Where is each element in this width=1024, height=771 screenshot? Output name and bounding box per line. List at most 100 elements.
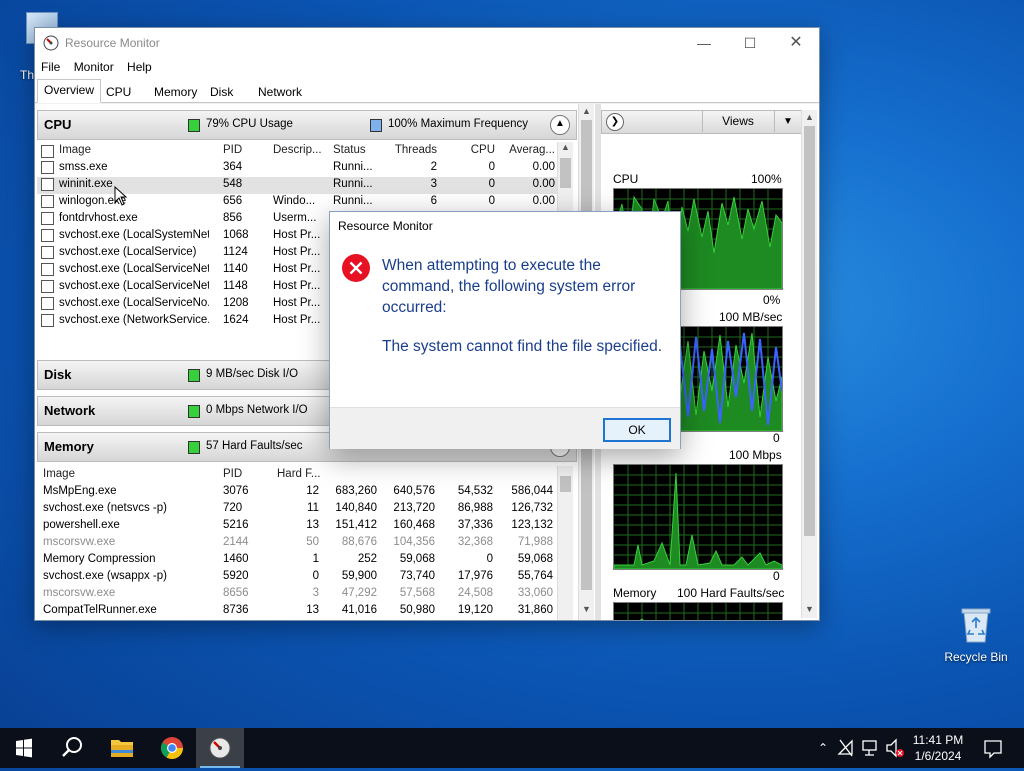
row-checkbox[interactable] [41, 280, 54, 293]
scroll-down-icon[interactable]: ▼ [579, 604, 594, 614]
cell-image: smss.exe [59, 161, 108, 173]
scroll-down-icon[interactable]: ▼ [802, 604, 817, 614]
cell-threads: 2 [430, 161, 437, 173]
cell-hard-faults: 12 [306, 485, 319, 497]
scroll-up-icon[interactable]: ▲ [802, 112, 817, 122]
volume-muted-icon[interactable] [884, 728, 906, 768]
cell-commit: 88,676 [341, 536, 377, 548]
disk-graph-min: 0 [773, 431, 780, 445]
cell-cpu: 0 [488, 161, 495, 173]
memory-table-scrollbar[interactable] [557, 466, 573, 620]
memory-col-image[interactable]: Image [43, 468, 193, 480]
menu-monitor[interactable]: Monitor [68, 58, 114, 74]
cpu-col-pid[interactable]: PID [223, 144, 267, 156]
graph-pane-scrollbar[interactable]: ▲ ▼ [801, 110, 817, 618]
cell-hard-faults: 3 [312, 587, 319, 599]
folder-icon [111, 740, 133, 757]
network-status-icon[interactable] [836, 728, 856, 768]
views-dropdown-icon[interactable]: ▼ [774, 111, 801, 132]
cpu-col-cpu[interactable]: CPU [447, 144, 495, 156]
table-row[interactable]: svchost.exe (wsappx -p) 5920 0 59,900 73,740… [37, 569, 557, 586]
table-row[interactable]: mscorsvw.exe 8656 3 47,292 57,568 24,508 33,06… [37, 586, 557, 603]
search-button[interactable] [48, 728, 96, 768]
tab-strip: Overview CPU Memory Disk Network [35, 78, 819, 103]
recycle-bin[interactable]: Recycle Bin [940, 598, 1012, 674]
row-checkbox[interactable] [41, 229, 54, 242]
scroll-up-icon[interactable]: ▲ [579, 106, 594, 116]
row-checkbox[interactable] [41, 297, 54, 310]
chrome-button[interactable] [148, 728, 196, 768]
cell-image: svchost.exe (LocalSystemNet... [59, 229, 209, 241]
row-checkbox[interactable] [41, 178, 54, 191]
tab-disk[interactable]: Disk [203, 81, 240, 103]
table-row[interactable]: Memory Compression 1460 1 252 59,068 0 59,068 [37, 552, 557, 569]
cell-threads: 3 [430, 178, 437, 190]
cpu-section-header[interactable]: CPU 79% CPU Usage 100% Maximum Frequency… [37, 110, 577, 140]
action-center-button[interactable] [978, 728, 1008, 768]
cell-description: Host Pr... [273, 314, 321, 326]
cpu-graph-min: 0% [763, 293, 781, 307]
cpu-column-headers: Image PID Descrip... Status Threads CPU … [37, 142, 575, 160]
cpu-col-description[interactable]: Descrip... [273, 144, 329, 156]
start-button[interactable] [0, 728, 48, 768]
cell-average: 0.00 [532, 161, 555, 173]
views-button[interactable]: Views [702, 111, 773, 132]
cell-image: svchost.exe (LocalServiceNo... [59, 297, 209, 309]
network-section-title: Network [44, 403, 96, 418]
table-row[interactable]: svchost.exe (netsvcs -p) 720 11 140,840 213,… [37, 501, 557, 518]
close-button[interactable]: ✕ [773, 28, 819, 58]
cell-commit: 41,016 [341, 604, 377, 616]
row-checkbox[interactable] [41, 161, 54, 174]
row-checkbox[interactable] [41, 246, 54, 259]
table-row[interactable]: mscorsvw.exe 2144 50 88,676 104,356 32,368 71,… [37, 535, 557, 552]
row-checkbox[interactable] [41, 195, 54, 208]
resource-monitor-taskbar-button[interactable] [196, 728, 244, 768]
recycle-bin-icon [959, 604, 993, 644]
cpu-col-threads[interactable]: Threads [387, 144, 437, 156]
cpu-section-title: CPU [44, 117, 72, 132]
tab-overview[interactable]: Overview [37, 79, 102, 103]
cell-status: Runni... [333, 195, 373, 207]
notification-icon [984, 740, 1002, 759]
cpu-col-image[interactable]: Image [59, 144, 209, 156]
row-checkbox[interactable] [41, 212, 54, 225]
cell-commit: 140,840 [335, 502, 377, 514]
table-row[interactable]: powershell.exe 5216 13 151,412 160,468 37,336… [37, 518, 557, 535]
memory-col-hard-faults[interactable]: Hard F... [277, 468, 323, 480]
table-row[interactable]: MsMpEng.exe 3076 12 683,260 640,576 54,532 586… [37, 484, 557, 501]
chrome-icon [161, 737, 183, 759]
scroll-up-icon[interactable]: ▲ [558, 142, 573, 152]
menu-help[interactable]: Help [121, 58, 152, 74]
cpu-collapse-icon[interactable]: ▲ [550, 115, 570, 135]
disk-io-swatch [188, 369, 200, 382]
scrollbar-thumb[interactable] [804, 126, 815, 536]
menu-file[interactable]: File [35, 58, 60, 74]
collapse-pane-icon[interactable]: ❯ [606, 113, 624, 131]
show-hidden-icons-chevron-icon[interactable]: ⌃ [814, 728, 832, 768]
minimize-button[interactable]: — [681, 28, 727, 58]
tab-network[interactable]: Network [251, 81, 309, 103]
scrollbar-thumb[interactable] [560, 476, 571, 492]
cpu-col-status[interactable]: Status [333, 144, 383, 156]
row-checkbox[interactable] [41, 263, 54, 276]
maximize-button[interactable]: ☐ [727, 28, 773, 58]
network-graph-plot [614, 465, 782, 569]
row-checkbox[interactable] [41, 314, 54, 327]
cpu-select-all-checkbox[interactable] [41, 145, 54, 158]
cell-shareable: 0 [486, 553, 493, 565]
ethernet-icon[interactable] [860, 728, 882, 768]
file-explorer-button[interactable] [98, 728, 146, 768]
tab-memory[interactable]: Memory [147, 81, 204, 103]
window-titlebar[interactable]: Resource Monitor — ☐ ✕ [35, 28, 819, 58]
cell-status: Runni... [333, 178, 373, 190]
taskbar-clock[interactable]: 11:41 PM 1/6/2024 [906, 732, 970, 764]
memory-section-title: Memory [44, 439, 94, 454]
mouse-cursor-icon [114, 186, 128, 206]
ok-button[interactable]: OK [603, 418, 671, 442]
table-row[interactable]: smss.exe 364 Runni... 2 0 0.00 [37, 160, 557, 177]
tab-cpu[interactable]: CPU [99, 81, 138, 103]
memory-col-pid[interactable]: PID [223, 468, 267, 480]
cpu-col-average[interactable]: Averag... [503, 144, 555, 156]
table-row[interactable]: CompatTelRunner.exe 8736 13 41,016 50,980 19,… [37, 603, 557, 620]
scrollbar-thumb[interactable] [560, 158, 571, 188]
